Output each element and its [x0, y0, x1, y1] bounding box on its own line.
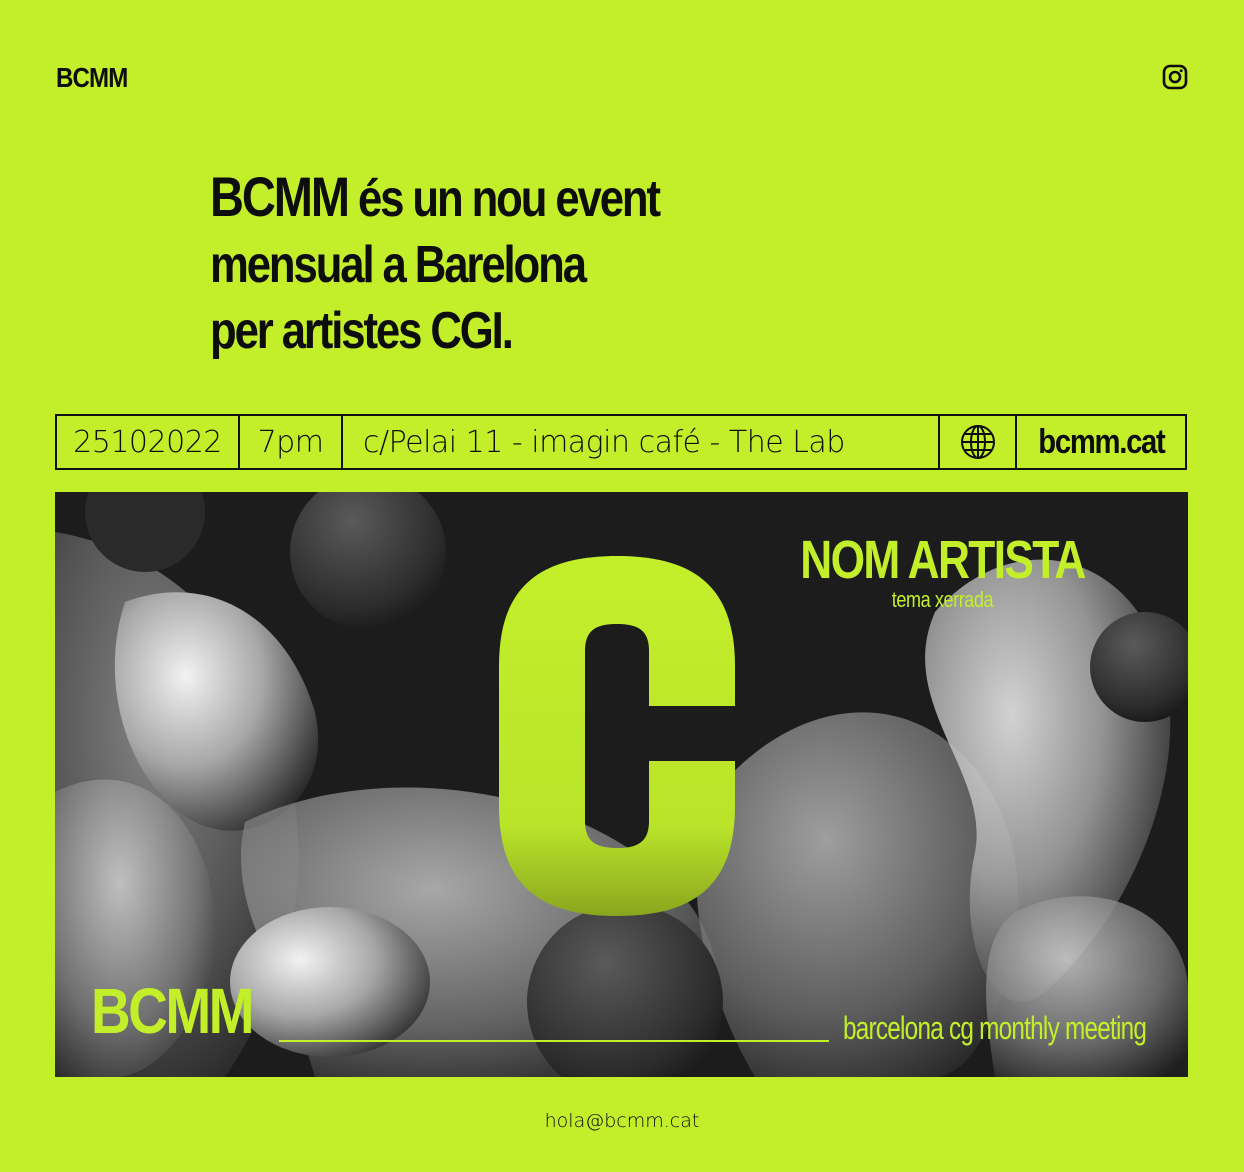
- globe-icon[interactable]: [940, 416, 1017, 468]
- website-label: bcmm.cat: [1037, 422, 1165, 461]
- headline-line-3: per artistes CGI.: [210, 302, 514, 360]
- site-logo[interactable]: BCMM: [56, 62, 128, 94]
- instagram-icon[interactable]: [1162, 64, 1188, 90]
- artist-block: NOM ARTISTA tema xerrada: [769, 532, 1116, 612]
- headline-brand: BCMM: [210, 165, 350, 228]
- poster-divider: [279, 1040, 829, 1042]
- poster-brand: BCMM: [91, 975, 254, 1047]
- event-date: 25102022: [57, 416, 240, 468]
- website-link[interactable]: bcmm.cat: [1017, 416, 1185, 468]
- headline-line-1-rest: és un nou event: [357, 170, 661, 228]
- poster-tagline: barcelona cg monthly meeting: [843, 1010, 1147, 1046]
- artist-name: NOM ARTISTA: [800, 530, 1086, 590]
- event-location: c/Pelai 11 - imagin café - The Lab: [343, 416, 940, 468]
- hero-headline: BCMM és un nou event mensual a Barelona …: [210, 164, 748, 364]
- event-time: 7pm: [240, 416, 343, 468]
- big-c-letter: [499, 556, 735, 916]
- headline-line-1: BCMM és un nou event: [210, 164, 748, 232]
- contact-email[interactable]: hola@bcmm.cat: [0, 1110, 1244, 1132]
- event-info-bar: 25102022 7pm c/Pelai 11 - imagin café - …: [55, 414, 1187, 470]
- headline-line-2: mensual a Barelona: [210, 236, 587, 294]
- event-poster: NOM ARTISTA tema xerrada BCMM barcelona …: [55, 492, 1188, 1077]
- talk-topic: tema xerrada: [891, 587, 994, 612]
